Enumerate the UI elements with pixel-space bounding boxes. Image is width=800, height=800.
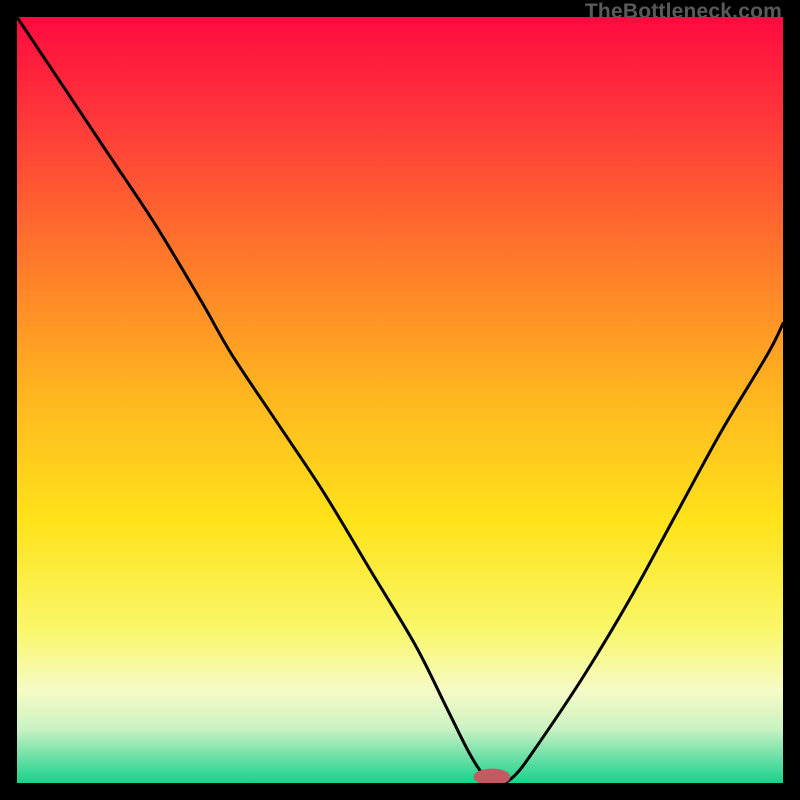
watermark-text: TheBottleneck.com [585,0,782,24]
gradient-background [17,17,783,783]
chart-stage: TheBottleneck.com [0,0,800,800]
plot-area [17,17,783,783]
chart-svg [17,17,783,783]
